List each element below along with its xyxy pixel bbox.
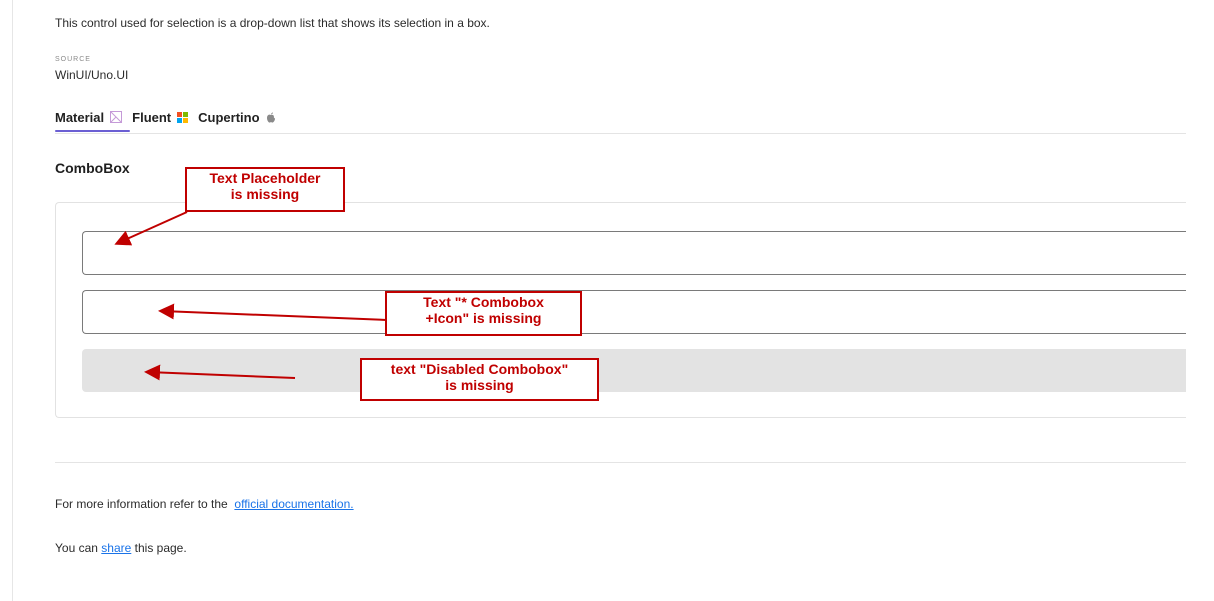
selected-tab-indicator [55,130,130,132]
annotation-required-text-missing: Text "* Combobox +Icon" is missing [385,291,582,336]
tab-cupertino[interactable]: Cupertino [198,110,275,125]
source-label: SOURCE [55,56,91,63]
theme-tabs: Material Fluent Cupertino [55,107,286,127]
tabs-divider [55,133,1186,134]
apple-icon [266,111,276,123]
annotation-disabled-text-missing: text "Disabled Combobox" is missing [360,358,599,401]
tab-material-label: Material [55,109,105,125]
fluent-icon [177,111,189,123]
combobox-default[interactable] [82,231,1186,275]
combobox-required[interactable] [82,290,1186,334]
tab-fluent[interactable]: Fluent [132,109,189,125]
tab-material[interactable]: Material [55,109,123,125]
more-info-line: For more information refer to the offici… [55,497,354,511]
share-link[interactable]: share [101,541,131,555]
share-prefix: You can [55,541,98,555]
more-info-text: For more information refer to the [55,497,228,511]
share-line: You can share this page. [55,541,187,555]
combobox-disabled [82,349,1186,392]
tab-fluent-label: Fluent [132,109,172,125]
section-title: ComboBox [55,160,130,176]
source-value: WinUI/Uno.UI [55,68,129,82]
annotation-placeholder-missing: Text Placeholder is missing [185,167,345,212]
tab-cupertino-label: Cupertino [198,109,260,125]
left-rule [12,0,13,601]
bottom-divider [55,462,1186,463]
official-documentation-link[interactable]: official documentation. [234,497,353,511]
share-suffix: this page. [134,541,187,555]
intro-text: This control used for selection is a dro… [55,16,490,30]
material-icon [110,111,123,123]
